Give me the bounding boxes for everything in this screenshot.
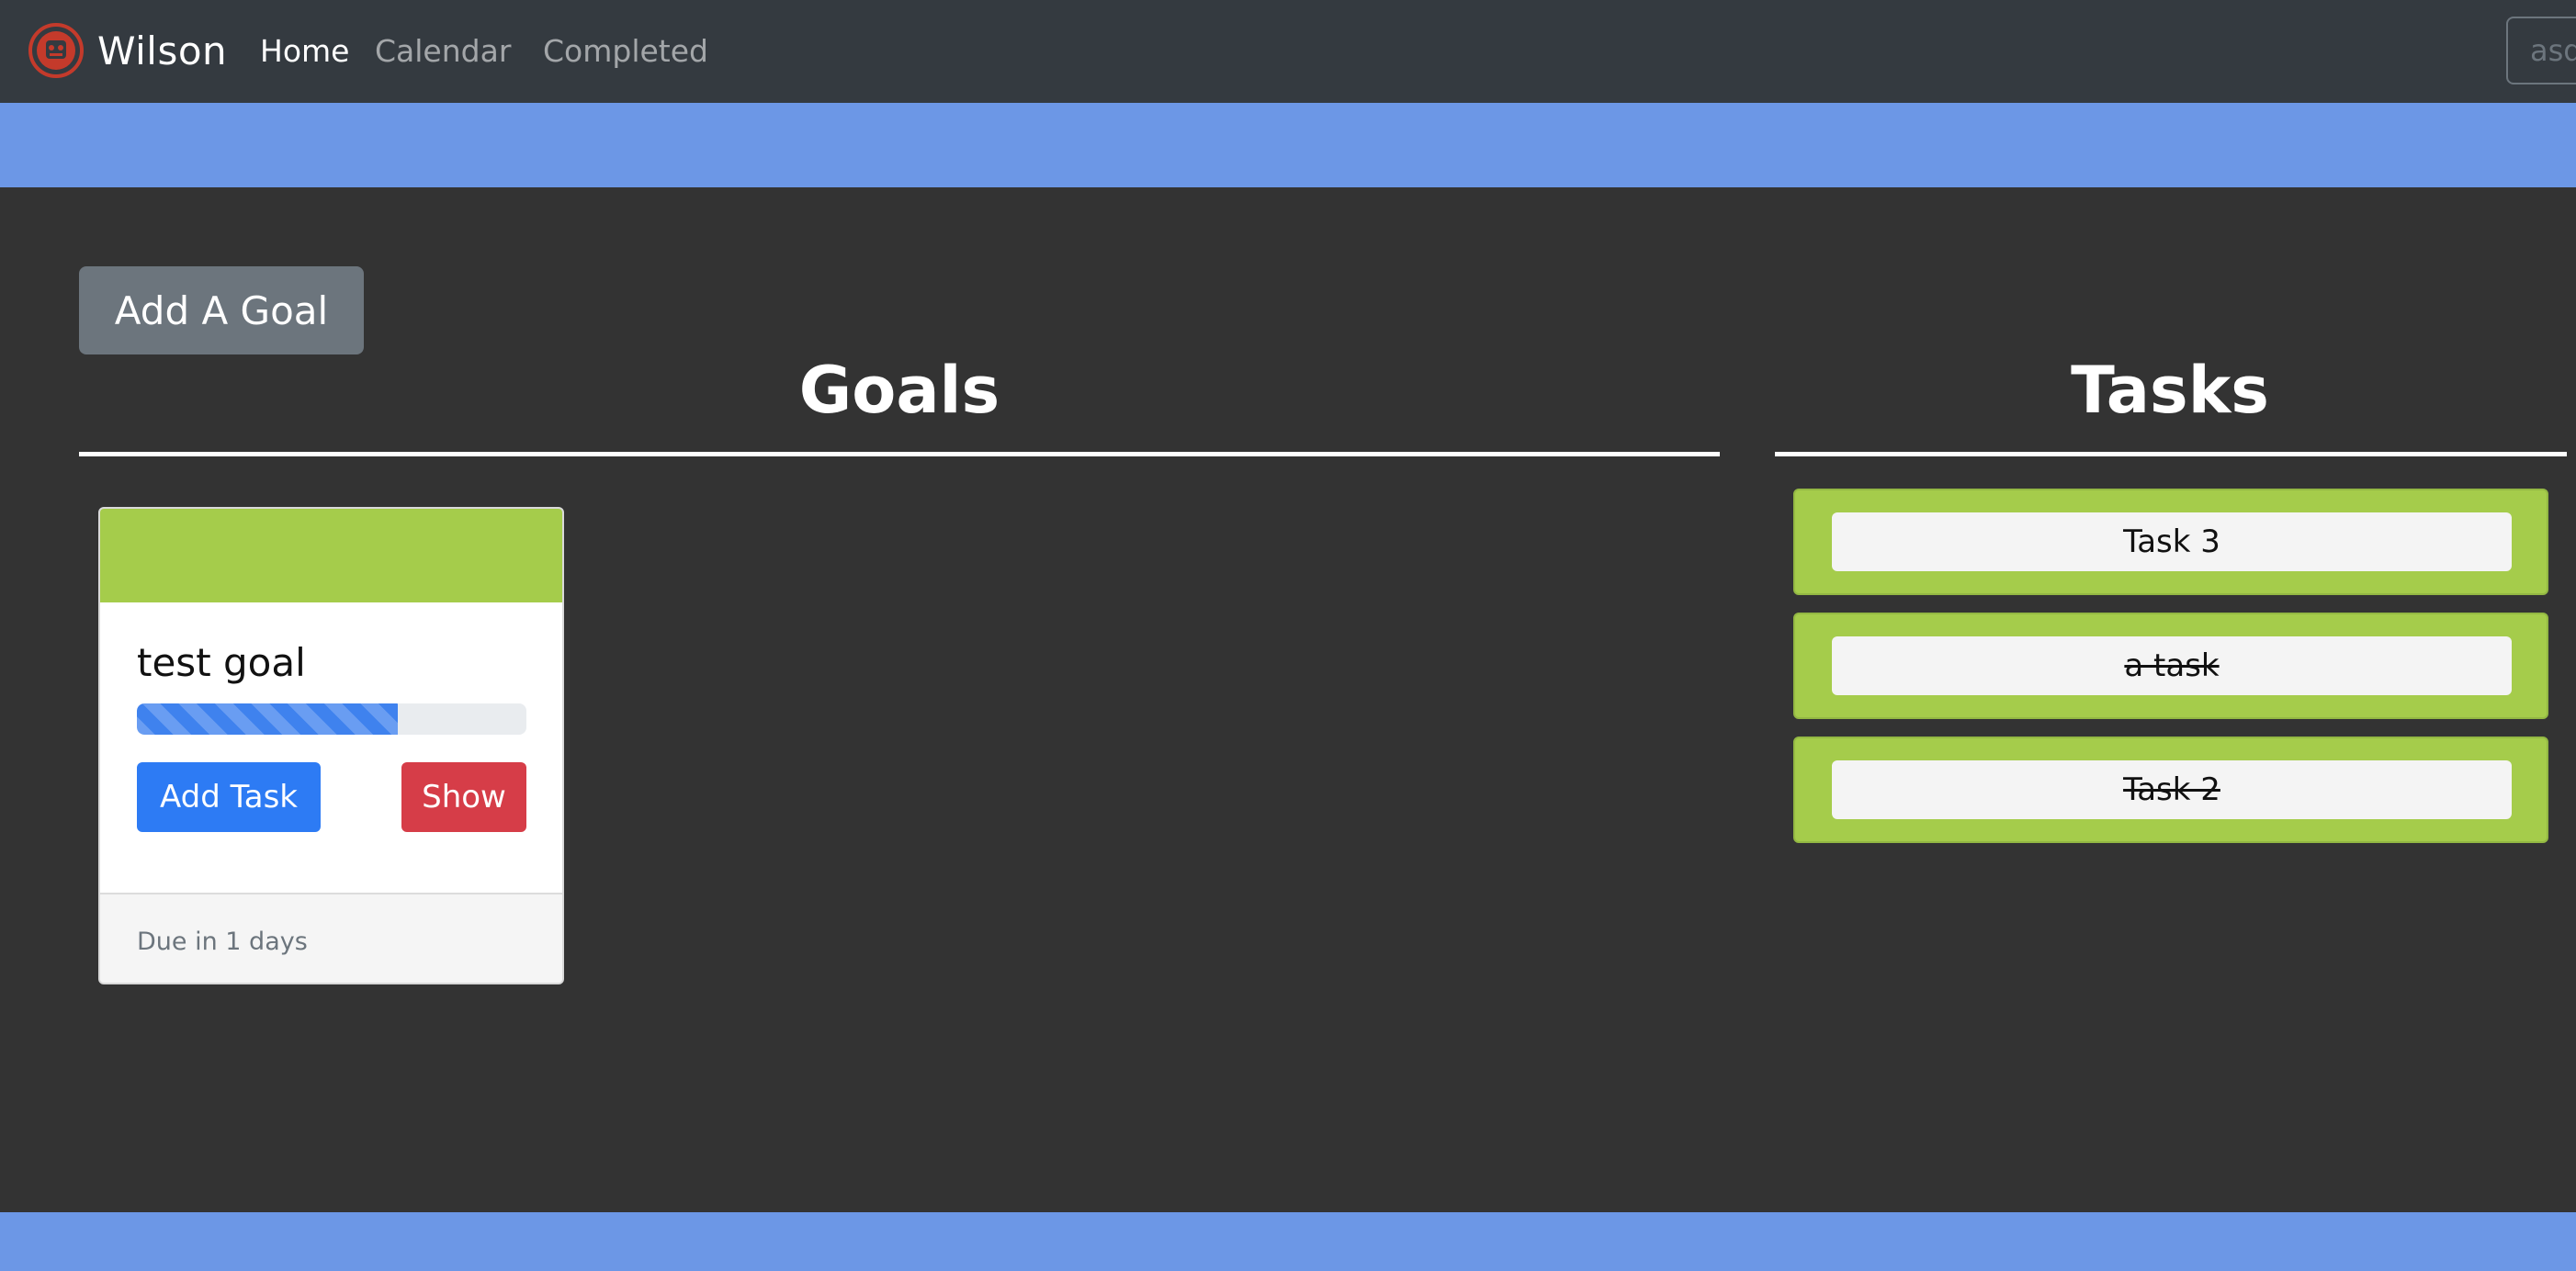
goals-divider — [79, 452, 1720, 456]
task-item: Task 2 — [1793, 737, 2548, 843]
task-label[interactable]: a task — [1832, 636, 2512, 695]
task-label[interactable]: Task 2 — [1832, 760, 2512, 819]
goals-heading: Goals — [798, 353, 1000, 428]
brand-name[interactable]: Wilson — [97, 24, 227, 79]
add-task-button[interactable]: Add Task — [137, 762, 321, 832]
task-item: a task — [1793, 613, 2548, 719]
bottom-banner-band — [0, 1212, 2576, 1271]
goal-progress-fill — [137, 703, 399, 735]
goal-title: test goal — [137, 640, 306, 685]
search-input[interactable]: asd — [2506, 17, 2576, 84]
task-label[interactable]: Task 3 — [1832, 512, 2512, 571]
task-item: Task 3 — [1793, 489, 2548, 595]
nav-link-completed[interactable]: Completed — [543, 28, 708, 75]
goal-card-header — [100, 509, 562, 602]
tasks-heading: Tasks — [2071, 353, 2269, 428]
add-goal-button[interactable]: Add A Goal — [79, 266, 364, 354]
goal-card-footer: Due in 1 days — [100, 893, 562, 983]
nav-link-calendar[interactable]: Calendar — [375, 28, 511, 75]
show-button[interactable]: Show — [401, 762, 526, 832]
wilson-logo-icon[interactable] — [28, 22, 85, 79]
nav-link-home[interactable]: Home — [260, 28, 349, 75]
goal-card: test goal Add Task Show Due in 1 days — [98, 507, 564, 984]
tasks-divider — [1775, 452, 2567, 456]
navbar: Wilson Home Calendar Completed asd — [0, 0, 2576, 103]
due-text: Due in 1 days — [137, 928, 308, 956]
goal-progress-bar — [137, 703, 526, 735]
top-banner-band — [0, 103, 2576, 187]
